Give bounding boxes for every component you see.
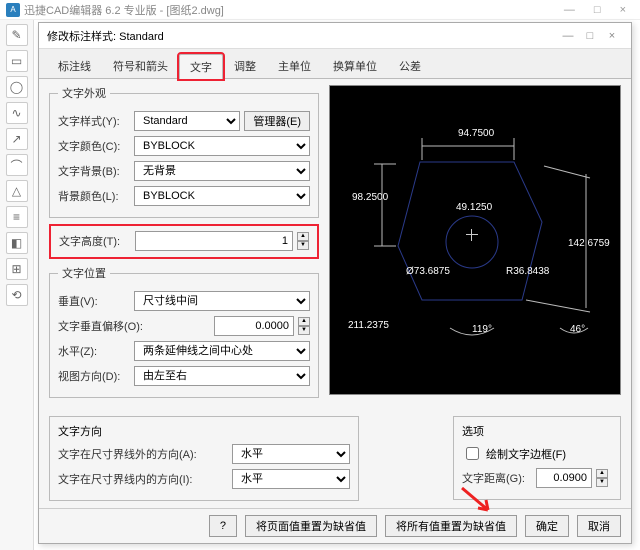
tab-symbols[interactable]: 符号和箭头 — [102, 53, 179, 78]
manager-button[interactable]: 管理器(E) — [244, 111, 310, 131]
group-direction: 文字方向 文字在尺寸界线外的方向(A): 水平 文字在尺寸界线内的方向(I): … — [49, 416, 359, 501]
text-color-select[interactable]: BYBLOCK — [134, 136, 310, 156]
tool-icon[interactable]: △ — [6, 180, 28, 202]
cancel-button[interactable]: 取消 — [577, 515, 621, 537]
window-controls[interactable]: ― □ × — [564, 4, 634, 16]
dist-spinner[interactable]: ▲▼ — [596, 469, 608, 487]
draw-frame-label: 绘制文字边框(F) — [486, 446, 566, 462]
dir-out-select[interactable]: 水平 — [232, 444, 350, 464]
group-appearance: 文字外观 文字样式(Y): Standard 管理器(E) 文字颜色(C): B… — [49, 85, 319, 218]
text-bg-select[interactable]: 无背景 — [134, 161, 310, 181]
group-options: 选项 绘制文字边框(F) 文字距离(G): ▲▼ — [453, 416, 621, 500]
tool-icon[interactable]: ⌒ — [6, 154, 28, 176]
dialog-window-controls[interactable]: ―□× — [557, 30, 623, 42]
bg-color-label: 背景颜色(L): — [58, 188, 130, 204]
dialog-title: 修改标注样式: Standard — [47, 28, 164, 44]
app-icon: A — [6, 3, 20, 17]
tab-line[interactable]: 标注线 — [47, 53, 102, 78]
left-toolbar: ✎ ▭ ◯ ∿ ↗ ⌒ △ ≡ ◧ ⊞ ⟲ — [0, 20, 34, 550]
dialog-button-row: ? 将页面值重置为缺省值 将所有值重置为缺省值 确定 取消 — [39, 508, 631, 543]
draw-frame-checkbox[interactable] — [466, 447, 479, 460]
reset-page-button[interactable]: 将页面值重置为缺省值 — [245, 515, 377, 537]
bg-color-select[interactable]: BYBLOCK — [134, 186, 310, 206]
tool-icon[interactable]: ▭ — [6, 50, 28, 72]
horizontal-label: 水平(Z): — [58, 343, 130, 359]
tab-fit[interactable]: 调整 — [223, 53, 267, 78]
offset-spinner[interactable]: ▲▼ — [298, 317, 310, 335]
tab-text[interactable]: 文字 — [179, 54, 223, 79]
tool-icon[interactable]: ✎ — [6, 24, 28, 46]
tool-icon[interactable]: ⟲ — [6, 284, 28, 306]
help-button[interactable]: ? — [209, 515, 237, 537]
tab-alt-units[interactable]: 换算单位 — [322, 53, 388, 78]
dir-out-label: 文字在尺寸界线外的方向(A): — [58, 446, 228, 462]
dialog-titlebar[interactable]: 修改标注样式: Standard ―□× — [39, 23, 631, 49]
horizontal-select[interactable]: 两条延伸线之间中心处 — [134, 341, 310, 361]
text-style-label: 文字样式(Y): — [58, 113, 130, 129]
group-position-title: 文字位置 — [58, 265, 110, 281]
text-height-input[interactable] — [135, 231, 293, 251]
text-height-label: 文字高度(T): — [59, 233, 131, 249]
ok-button[interactable]: 确定 — [525, 515, 569, 537]
dim-lines — [330, 86, 621, 395]
group-appearance-title: 文字外观 — [58, 85, 110, 101]
tool-icon[interactable]: ≡ — [6, 206, 28, 228]
group-options-title: 选项 — [462, 423, 612, 439]
offset-label: 文字垂直偏移(O): — [58, 318, 158, 334]
tool-icon[interactable]: ◧ — [6, 232, 28, 254]
text-color-label: 文字颜色(C): — [58, 138, 130, 154]
group-direction-title: 文字方向 — [58, 423, 350, 439]
tab-strip: 标注线 符号和箭头 文字 调整 主单位 换算单位 公差 — [39, 49, 631, 79]
preview-canvas: 94.7500 98.2500 49.1250 Ø73.6875 R36.843… — [329, 85, 621, 395]
offset-input[interactable] — [214, 316, 294, 336]
viewdir-label: 视图方向(D): — [58, 368, 130, 384]
reset-all-button[interactable]: 将所有值重置为缺省值 — [385, 515, 517, 537]
text-dist-label: 文字距离(G): — [462, 470, 532, 486]
text-style-select[interactable]: Standard — [134, 111, 240, 131]
group-text-height: 文字高度(T): ▲▼ — [49, 224, 319, 259]
group-position: 文字位置 垂直(V): 尺寸线中间 文字垂直偏移(O): ▲▼ 水平(Z): 两… — [49, 265, 319, 398]
vertical-label: 垂直(V): — [58, 293, 130, 309]
text-bg-label: 文字背景(B): — [58, 163, 130, 179]
tool-icon[interactable]: ◯ — [6, 76, 28, 98]
app-title: 迅捷CAD编辑器 6.2 专业版 - [图纸2.dwg] — [24, 2, 224, 18]
dir-in-label: 文字在尺寸界线内的方向(I): — [58, 471, 228, 487]
tool-icon[interactable]: ⊞ — [6, 258, 28, 280]
tab-primary-units[interactable]: 主单位 — [267, 53, 322, 78]
dir-in-select[interactable]: 水平 — [232, 469, 350, 489]
dimension-style-dialog: 修改标注样式: Standard ―□× 标注线 符号和箭头 文字 调整 主单位… — [38, 22, 632, 544]
viewdir-select[interactable]: 由左至右 — [134, 366, 310, 386]
tool-icon[interactable]: ∿ — [6, 102, 28, 124]
vertical-select[interactable]: 尺寸线中间 — [134, 291, 310, 311]
tool-icon[interactable]: ↗ — [6, 128, 28, 150]
height-spinner[interactable]: ▲▼ — [297, 232, 309, 250]
text-dist-input[interactable] — [536, 468, 592, 488]
app-titlebar: A 迅捷CAD编辑器 6.2 专业版 - [图纸2.dwg] ― □ × — [0, 0, 640, 20]
tab-tolerance[interactable]: 公差 — [388, 53, 432, 78]
